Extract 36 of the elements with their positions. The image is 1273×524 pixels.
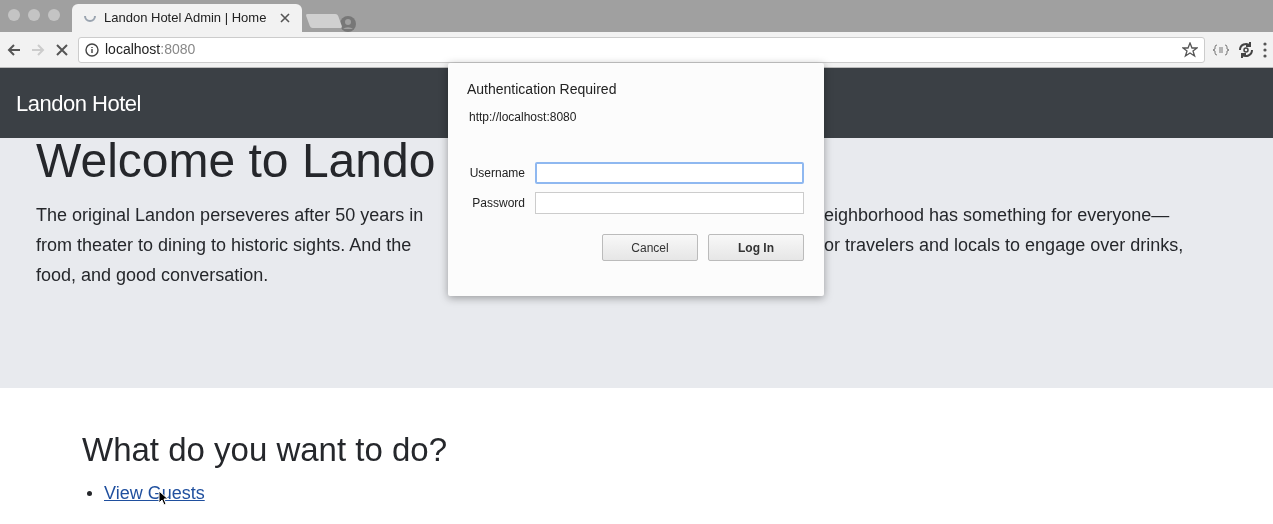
- paragraph-text: eighborhood has something for everyone—: [824, 203, 1170, 227]
- back-icon[interactable]: [6, 41, 22, 58]
- dialog-title: Authentication Required: [467, 80, 618, 99]
- tab-title: Landon Hotel Admin | Home: [104, 9, 268, 28]
- close-icon[interactable]: [280, 13, 290, 23]
- brand-link[interactable]: Landon Hotel: [16, 86, 141, 120]
- address-bar[interactable]: localhost:8080: [78, 36, 1205, 63]
- dialog-origin: http://localhost:8080: [469, 109, 578, 126]
- paragraph-text: The original Landon perseveres after 50 years in: [36, 203, 425, 227]
- braces-icon[interactable]: [1213, 43, 1229, 56]
- profile-icon[interactable]: [340, 16, 356, 32]
- info-icon[interactable]: [85, 42, 99, 57]
- loading-spinner-icon: [84, 14, 96, 22]
- sync-icon[interactable]: [1237, 40, 1255, 59]
- input-field[interactable]: [535, 162, 804, 184]
- section-heading: What do you want to do?: [82, 430, 449, 470]
- browser-tab[interactable]: Landon Hotel Admin | Home: [72, 4, 302, 32]
- dialog-button[interactable]: Cancel: [602, 234, 698, 261]
- paragraph-text: from theater to dining to historic sights. And the: [36, 233, 413, 257]
- new-tab-button[interactable]: [305, 14, 343, 28]
- stop-icon[interactable]: [54, 41, 70, 58]
- dialog-button[interactable]: Log In: [708, 234, 804, 261]
- input-field[interactable]: [535, 192, 804, 214]
- window-control[interactable]: [8, 9, 20, 21]
- paragraph-text: food, and good conversation.: [36, 263, 270, 287]
- field-label: Username: [468, 165, 526, 182]
- star-icon[interactable]: [1182, 41, 1198, 58]
- hero-title: Welcome to Lando: [36, 138, 436, 184]
- url-port: :8080: [160, 41, 196, 57]
- url-host: localhost: [105, 41, 161, 57]
- window-control[interactable]: [28, 9, 40, 21]
- bullet-icon: [87, 491, 92, 496]
- window-control[interactable]: [48, 9, 60, 21]
- paragraph-text: or travelers and locals to engage over drinks,: [824, 233, 1184, 257]
- field-label: Password: [471, 195, 526, 212]
- menu-icon[interactable]: [1263, 41, 1267, 58]
